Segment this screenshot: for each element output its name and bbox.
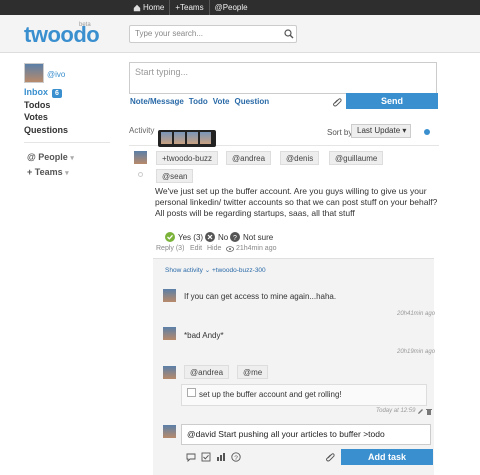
- beta-label: beta: [79, 22, 91, 28]
- post-marker-icon: [138, 172, 143, 177]
- participants-popup: [158, 130, 216, 147]
- nav-teams-label: +Teams: [175, 3, 204, 12]
- people-label: @ People: [27, 152, 68, 162]
- send-button[interactable]: Send: [346, 93, 438, 109]
- eye-icon: [226, 246, 234, 252]
- sidebar-item-teams[interactable]: + Teams ▾: [27, 167, 74, 182]
- nav-teams[interactable]: +Teams: [169, 0, 208, 15]
- avatar[interactable]: [174, 132, 185, 144]
- avatar[interactable]: [163, 366, 176, 379]
- svg-text:?: ?: [233, 235, 237, 242]
- attachment-icon[interactable]: [325, 452, 335, 462]
- activity-label: Activity: [129, 126, 155, 135]
- chevron-down-icon: ▾: [65, 170, 69, 177]
- edit-link[interactable]: Edit: [190, 245, 202, 252]
- sidebar-nav: Inbox 6 Todos Votes Questions: [24, 86, 68, 136]
- tag-person[interactable]: @andrea: [184, 365, 230, 379]
- inbox-label: Inbox: [24, 87, 48, 97]
- add-task-button[interactable]: Add task: [341, 449, 433, 465]
- sort-select[interactable]: Last Update ▾: [351, 124, 411, 138]
- comment-text: If you can get access to mine again...ha…: [184, 292, 337, 301]
- avatar[interactable]: [187, 132, 198, 144]
- hide-link[interactable]: Hide: [207, 245, 221, 252]
- attachment-icon[interactable]: [332, 97, 342, 107]
- tag-team[interactable]: +twoodo-buzz: [156, 151, 219, 165]
- nav-people-label: @People: [214, 3, 248, 12]
- post-body: We've just set up the buffer account. Ar…: [155, 186, 438, 218]
- task-text: set up the buffer account and get rollin…: [199, 390, 342, 399]
- close-icon: [205, 232, 215, 242]
- tab-vote[interactable]: Vote: [213, 97, 230, 106]
- chart-icon[interactable]: [216, 452, 226, 462]
- sidebar-item-votes[interactable]: Votes: [24, 111, 68, 124]
- nav-home[interactable]: Home: [128, 0, 169, 15]
- comment-timestamp: 20h41min ago: [397, 311, 436, 317]
- post-timestamp: 21h4min ago: [236, 245, 277, 252]
- pencil-icon[interactable]: [417, 408, 424, 415]
- avatar[interactable]: [24, 63, 44, 83]
- checkbox-icon[interactable]: [201, 452, 211, 462]
- nav-home-label: Home: [143, 3, 165, 12]
- tag-person[interactable]: @guillaume: [329, 151, 384, 165]
- avatar[interactable]: [134, 151, 147, 164]
- tab-note-message[interactable]: Note/Message: [130, 97, 184, 106]
- avatar[interactable]: [161, 132, 172, 144]
- avatar[interactable]: [163, 425, 176, 438]
- sidebar-item-questions[interactable]: Questions: [24, 124, 68, 137]
- vote-not-sure[interactable]: ? Not sure: [230, 232, 273, 242]
- show-activity-label: Show activity: [165, 267, 203, 274]
- username[interactable]: @ivo: [47, 70, 65, 79]
- reply-link[interactable]: Reply (3): [156, 245, 184, 252]
- comment-icon[interactable]: [186, 452, 196, 462]
- avatar[interactable]: [200, 132, 211, 144]
- check-icon: [165, 232, 175, 242]
- task-timestamp: Today at 12:59: [376, 408, 416, 414]
- question-icon: ?: [230, 232, 240, 242]
- tag-person[interactable]: @me: [237, 365, 269, 379]
- top-nav: Home +Teams @People: [128, 0, 253, 15]
- sidebar-groups: @ People ▾ + Teams ▾: [27, 152, 74, 182]
- vote-yes-label: Yes (3): [178, 232, 204, 242]
- chevron-down-icon: ▾: [70, 155, 74, 162]
- task-checkbox[interactable]: [187, 388, 196, 397]
- avatar[interactable]: [163, 289, 176, 302]
- tag-person[interactable]: @denis: [280, 151, 320, 165]
- show-activity-link[interactable]: Show activity ⌄ +twoodo-buzz-300: [165, 266, 266, 274]
- trash-icon[interactable]: [426, 408, 432, 415]
- nav-people[interactable]: @People: [208, 0, 253, 15]
- sidebar-item-inbox[interactable]: Inbox 6: [24, 86, 68, 99]
- vote-no-label: No: [218, 232, 229, 242]
- reply-input[interactable]: @david Start pushing all your articles t…: [181, 424, 431, 445]
- comment-timestamp: 20h19min ago: [397, 349, 436, 355]
- teams-label: + Teams: [27, 167, 63, 177]
- search-input[interactable]: Type your search...: [129, 25, 297, 43]
- status-dot-icon[interactable]: [424, 129, 430, 135]
- vote-yes[interactable]: Yes (3): [165, 232, 203, 242]
- sidebar-divider: [24, 142, 110, 143]
- question-icon[interactable]: ?: [231, 452, 241, 462]
- vote-no[interactable]: No: [205, 232, 228, 242]
- home-icon: [133, 4, 141, 11]
- tag-person[interactable]: @sean: [156, 169, 194, 183]
- compose-tabs: Note/Message Todo Vote Question: [130, 97, 269, 106]
- search-icon[interactable]: [284, 29, 294, 39]
- avatar[interactable]: [163, 327, 176, 340]
- compose-input[interactable]: Start typing...: [129, 62, 437, 94]
- sidebar-item-people[interactable]: @ People ▾: [27, 152, 74, 167]
- tab-todo[interactable]: Todo: [189, 97, 208, 106]
- tag-person[interactable]: @andrea: [226, 151, 272, 165]
- vote-not-sure-label: Not sure: [243, 232, 274, 242]
- sidebar-item-todos[interactable]: Todos: [24, 99, 68, 112]
- tab-question[interactable]: Question: [235, 97, 270, 106]
- inbox-count-badge: 6: [52, 89, 62, 98]
- comment-text: *bad Andy*: [184, 331, 224, 340]
- show-activity-tag: +twoodo-buzz-300: [212, 267, 266, 274]
- reply-toolbar: ?: [186, 452, 241, 462]
- svg-text:?: ?: [234, 455, 238, 462]
